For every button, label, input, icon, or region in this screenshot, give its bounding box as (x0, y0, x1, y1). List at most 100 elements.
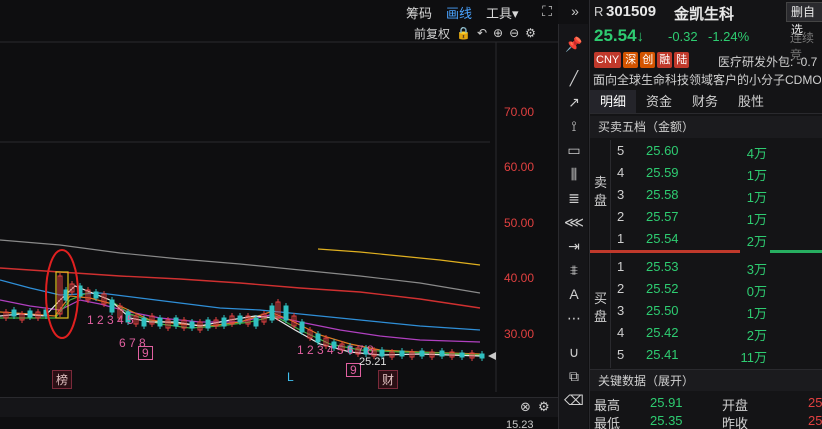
buy-row-2[interactable]: 2 25.52 0万 (590, 278, 822, 300)
level: 2 (617, 209, 625, 224)
sell-row-4[interactable]: 4 25.59 1万 (590, 162, 822, 184)
level: 2 (617, 281, 625, 296)
settings-icon[interactable]: ⚙ (525, 26, 536, 40)
tag-lu[interactable]: 陆 (674, 52, 690, 68)
tab-mingxi[interactable]: 明细 (590, 90, 637, 113)
copy-icon[interactable]: ⧉ (564, 366, 584, 386)
kd-value-2: 25 (808, 413, 822, 428)
node-tool-icon[interactable]: ⟟ (564, 116, 584, 136)
order-price: 25.53 (646, 259, 679, 274)
candle (269, 305, 275, 321)
channel-tool-icon[interactable]: ⫼ (564, 164, 584, 184)
kline-chart[interactable] (0, 0, 558, 429)
close-icon[interactable]: ⊗ (520, 399, 531, 415)
sell-row-1[interactable]: 1 25.54 2万 (590, 228, 822, 250)
level: 3 (617, 303, 625, 318)
kline-chart-area[interactable]: 筹码 画线 工具▾ ⛶ 前复权 🔒 ↶ ⊕ ⊖ ⚙ 70.00 60.00 50… (0, 0, 558, 429)
kd-label: 最低 (594, 416, 621, 429)
price-change-pct: -1.24% (708, 29, 750, 44)
orderbook-title[interactable]: 买卖五档（金额） (590, 116, 822, 138)
stock-tags: CNY 深 创 融 陆 (594, 52, 690, 68)
tag-cny[interactable]: CNY (594, 52, 622, 68)
gann-tool-icon[interactable]: ⋘ (564, 212, 584, 232)
candle (439, 350, 445, 357)
ma-yellow-line (317, 248, 481, 266)
kd-label-2: 开盘 (722, 398, 749, 413)
fullscreen-icon[interactable]: ⛶ (538, 2, 556, 20)
tab-guxing[interactable]: 股性 (728, 90, 774, 113)
rect-tool-icon[interactable]: ▭ (564, 140, 584, 160)
order-price: 25.59 (646, 165, 679, 180)
menu-chouma[interactable]: 筹码 (406, 0, 432, 24)
seq-9-left: 9 (138, 346, 153, 360)
order-price: 25.52 (646, 281, 679, 296)
candle (237, 315, 243, 323)
buy-row-1[interactable]: 1 25.53 3万 (590, 256, 822, 278)
order-volume: 3万 (746, 262, 767, 277)
fib-tool-icon[interactable]: ≣ (564, 188, 584, 208)
panel-tabs: 明细 资金 财务 股性 (590, 90, 822, 114)
candle (27, 310, 33, 318)
price-change: -0.32 (668, 29, 698, 44)
collapse-right-icon[interactable]: » (566, 2, 584, 20)
kd-value: 25.91 (650, 395, 683, 410)
tag-shen[interactable]: 深 (623, 52, 639, 68)
tab-caiwu[interactable]: 财务 (682, 90, 728, 113)
event-bang-marker[interactable]: 榜 (52, 370, 73, 389)
event-L-marker[interactable]: L (284, 370, 297, 384)
sector-info[interactable]: 医疗研发外包: -0.7 (718, 53, 817, 70)
text-tool-icon[interactable]: A (564, 284, 584, 304)
order-price: 25.41 (646, 347, 679, 362)
zoom-out-icon[interactable]: ⊖ (509, 26, 519, 40)
level: 3 (617, 187, 625, 202)
tab-zijin[interactable]: 资金 (636, 90, 682, 113)
more-tools-icon[interactable]: ⋯ (564, 308, 584, 328)
order-volume: 2万 (746, 234, 767, 249)
level: 5 (617, 347, 625, 362)
tag-rong[interactable]: 融 (657, 52, 673, 68)
kd-label-2: 昨收 (722, 416, 749, 429)
line-tool-icon[interactable]: ╱ (564, 68, 584, 88)
tag-chuang[interactable]: 创 (640, 52, 656, 68)
candle (459, 352, 465, 358)
sell-row-5[interactable]: 5 25.60 4万 (590, 140, 822, 162)
candle (399, 350, 405, 357)
price-tick-40: 40.00 (504, 271, 535, 285)
level: 4 (617, 325, 625, 340)
order-price: 25.54 (646, 231, 679, 246)
remove-watchlist-button[interactable]: 删自选 (786, 2, 822, 37)
buy-row-3[interactable]: 3 25.50 1万 (590, 300, 822, 322)
indicator-value: 15.23 (506, 419, 534, 429)
magnet-icon[interactable]: ∪ (564, 342, 584, 362)
menu-tools[interactable]: 工具▾ (486, 0, 519, 24)
key-data-title[interactable]: 关键数据（展开） (590, 369, 822, 391)
orderbook-split-bar (590, 250, 822, 253)
candle (315, 333, 321, 343)
ray-tool-icon[interactable]: ↗ (564, 92, 584, 112)
order-volume: 0万 (746, 284, 767, 299)
drawing-toolbar: 📌 ╱ ↗ ⟟ ▭ ⫼ ≣ ⋘ ⇥ ⩨ A ⋯ ∪ ⧉ ⌫ (558, 24, 588, 429)
zoom-in-icon[interactable]: ⊕ (493, 26, 503, 40)
candle (253, 317, 259, 327)
sell-row-2[interactable]: 2 25.57 1万 (590, 206, 822, 228)
lock-icon[interactable]: 🔒 (456, 26, 471, 40)
eraser-icon[interactable]: ⌫ (564, 390, 584, 410)
order-price: 25.60 (646, 143, 679, 158)
indicator-settings-icon[interactable]: ⚙ (538, 399, 550, 415)
kd-value: 25.35 (650, 413, 683, 428)
buy-row-5[interactable]: 5 25.41 11万 (590, 344, 822, 366)
order-volume: 4万 (746, 146, 767, 161)
sell-row-3[interactable]: 3 25.58 1万 (590, 184, 822, 206)
order-volume: 1万 (746, 190, 767, 205)
menu-huaxian[interactable]: 画线 (446, 0, 472, 24)
wave-tool-icon[interactable]: ⩨ (564, 260, 584, 280)
order-price: 25.57 (646, 209, 679, 224)
fuquan-select[interactable]: 前复权 (414, 25, 450, 42)
event-cai-marker[interactable]: 财 (378, 370, 399, 389)
measure-tool-icon[interactable]: ⇥ (564, 236, 584, 256)
order-price: 25.50 (646, 303, 679, 318)
last-price: 25.54↓ (594, 26, 645, 45)
buy-row-4[interactable]: 4 25.42 2万 (590, 322, 822, 344)
pin-icon[interactable]: 📌 (564, 34, 584, 54)
undo-icon[interactable]: ↶ (477, 26, 487, 40)
